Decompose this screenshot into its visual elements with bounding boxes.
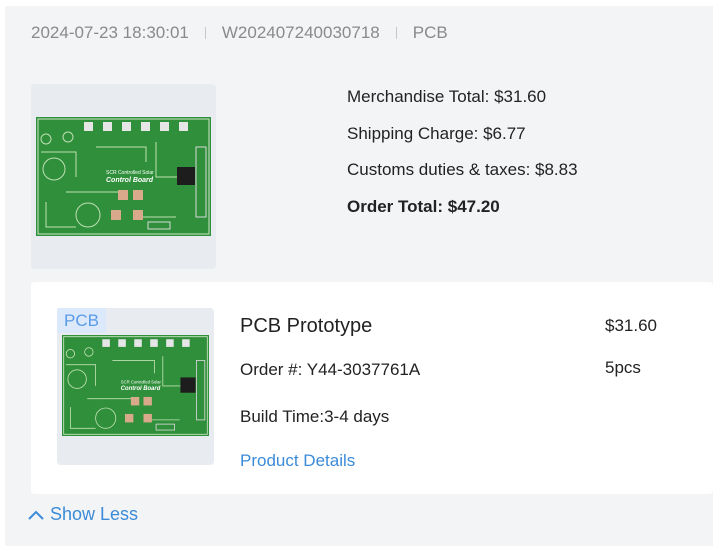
order-total: Order Total: $47.20 <box>347 196 500 216</box>
pcb-image: SCR Controlled Solar Control Board <box>62 335 209 436</box>
header-divider <box>204 27 206 39</box>
order-datetime: 2024-07-23 18:30:01 <box>31 23 189 42</box>
order-panel: 2024-07-23 18:30:01 W202407240030718 PCB <box>5 6 713 546</box>
chevron-up-icon <box>28 504 50 525</box>
order-header: 2024-07-23 18:30:01 W202407240030718 PCB <box>31 22 448 44</box>
build-time: Build Time:3-4 days <box>240 407 390 426</box>
order-category: PCB <box>412 23 448 42</box>
product-thumbnail[interactable]: SCR Controlled Solar Control Board PCB <box>57 308 214 465</box>
show-less-button[interactable]: Show Less <box>28 504 138 525</box>
order-totals: Merchandise Total: $31.60 Shipping Charg… <box>347 86 578 232</box>
product-details-link[interactable]: Product Details <box>240 451 355 471</box>
pcb-image: SCR Controlled Solar Control Board <box>36 117 211 236</box>
product-price: $31.60 <box>605 316 657 335</box>
customs-duties: Customs duties & taxes: $8.83 <box>347 160 578 179</box>
svg-text:Control Board: Control Board <box>121 386 161 392</box>
product-card: SCR Controlled Solar Control Board PCB P… <box>31 282 713 494</box>
svg-text:SCR Controlled Solar: SCR Controlled Solar <box>106 170 154 176</box>
show-less-label: Show Less <box>50 504 139 524</box>
summary-thumbnail: SCR Controlled Solar Control Board <box>31 84 216 269</box>
order-id: W202407240030718 <box>221 23 380 42</box>
merchandise-total: Merchandise Total: $31.60 <box>347 87 547 106</box>
svg-text:Control Board: Control Board <box>106 177 154 184</box>
shipping-charge: Shipping Charge: $6.77 <box>347 123 526 143</box>
product-quantity: 5pcs <box>605 358 641 377</box>
category-badge: PCB <box>57 308 106 333</box>
product-title: PCB Prototype <box>240 315 373 337</box>
order-number: Order #: Y44-3037761A <box>240 360 421 379</box>
header-divider <box>395 27 397 39</box>
svg-text:SCR Controlled Solar: SCR Controlled Solar <box>121 379 162 384</box>
